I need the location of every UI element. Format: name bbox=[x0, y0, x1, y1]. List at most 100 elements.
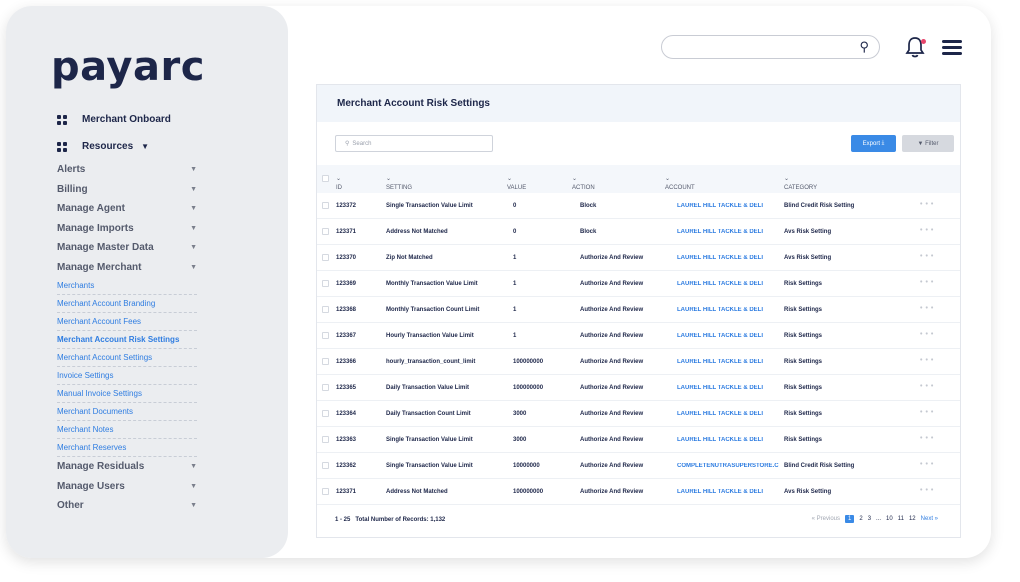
sidebar-item-manage-merchant[interactable]: Manage Merchant ▼ bbox=[57, 258, 197, 278]
cell-category: Risk Settings bbox=[784, 307, 823, 313]
sidebar-item-manage-master-data[interactable]: Manage Master Data ▼ bbox=[57, 238, 197, 258]
cell-account[interactable]: LAUREL HILL TACKLE & DELI bbox=[677, 385, 763, 391]
sidebar-item-manage-agent[interactable]: Manage Agent ▼ bbox=[57, 199, 197, 219]
sidebar-item-other[interactable]: Other ▼ bbox=[57, 496, 197, 516]
cell-account[interactable]: COMPLETENUTRASUPERSTORE.C bbox=[677, 463, 779, 469]
cell-account[interactable]: LAUREL HILL TACKLE & DELI bbox=[677, 437, 763, 443]
row-checkbox[interactable] bbox=[322, 306, 329, 313]
brand-logo[interactable]: payarc bbox=[51, 44, 205, 90]
page-button[interactable]: 12 bbox=[909, 516, 916, 522]
row-checkbox[interactable] bbox=[322, 280, 329, 287]
row-checkbox[interactable] bbox=[322, 488, 329, 495]
row-actions-icon[interactable]: ••• bbox=[920, 201, 936, 208]
cell-id: 123362 bbox=[336, 463, 357, 469]
sidebar-item-resources[interactable]: Resources ▼ bbox=[57, 141, 149, 152]
column-header-id[interactable]: ID ⌄ bbox=[336, 175, 342, 191]
row-checkbox[interactable] bbox=[322, 202, 329, 209]
submenu-item[interactable]: Merchant Notes bbox=[57, 421, 197, 439]
sidebar-item-label: Manage Residuals bbox=[57, 461, 145, 473]
row-checkbox[interactable] bbox=[322, 410, 329, 417]
table-row[interactable]: 123367 Hourly Transaction Value Limit 1 Aut… bbox=[317, 323, 960, 349]
row-actions-icon[interactable]: ••• bbox=[920, 227, 936, 234]
caret-down-icon: ▼ bbox=[141, 142, 150, 151]
table-body: 123372 Single Transaction Value Limit 0 Blo… bbox=[317, 193, 960, 505]
column-header-value[interactable]: VALUE ⌄ bbox=[507, 175, 526, 191]
table-row[interactable]: 123363 Single Transaction Value Limit 3000… bbox=[317, 427, 960, 453]
submenu-item[interactable]: Merchants bbox=[57, 277, 197, 295]
row-actions-icon[interactable]: ••• bbox=[920, 383, 936, 390]
table-row[interactable]: 123364 Daily Transaction Count Limit 3000 A… bbox=[317, 401, 960, 427]
table-row[interactable]: 123362 Single Transaction Value Limit 1000… bbox=[317, 453, 960, 479]
submenu-item[interactable]: Merchant Documents bbox=[57, 403, 197, 421]
cell-account[interactable]: LAUREL HILL TACKLE & DELI bbox=[677, 203, 763, 209]
cell-account[interactable]: LAUREL HILL TACKLE & DELI bbox=[677, 229, 763, 235]
submenu-item[interactable]: Merchant Reserves bbox=[57, 439, 197, 457]
row-checkbox[interactable] bbox=[322, 228, 329, 235]
sidebar-item-manage-users[interactable]: Manage Users ▼ bbox=[57, 477, 197, 497]
row-actions-icon[interactable]: ••• bbox=[920, 435, 936, 442]
page-button[interactable]: 11 bbox=[898, 516, 904, 522]
row-checkbox[interactable] bbox=[322, 436, 329, 443]
row-actions-icon[interactable]: ••• bbox=[920, 487, 936, 494]
table-row[interactable]: 123370 Zip Not Matched 1 Authorize And Revi… bbox=[317, 245, 960, 271]
sidebar-item-manage-imports[interactable]: Manage Imports ▼ bbox=[57, 219, 197, 239]
table-search-input[interactable]: ⚲ Search bbox=[335, 135, 493, 152]
cell-account[interactable]: LAUREL HILL TACKLE & DELI bbox=[677, 281, 763, 287]
row-actions-icon[interactable]: ••• bbox=[920, 409, 936, 416]
table-row[interactable]: 123366 hourly_transaction_count_limit 1000… bbox=[317, 349, 960, 375]
table-row[interactable]: 123368 Monthly Transaction Count Limit 1 Au… bbox=[317, 297, 960, 323]
submenu-item[interactable]: Manual Invoice Settings bbox=[57, 385, 197, 403]
cell-account[interactable]: LAUREL HILL TACKLE & DELI bbox=[677, 411, 763, 417]
table-row[interactable]: 123372 Single Transaction Value Limit 0 Blo… bbox=[317, 193, 960, 219]
table-row[interactable]: 123369 Monthly Transaction Value Limit 1 Au… bbox=[317, 271, 960, 297]
filter-button[interactable]: ▼ Filter bbox=[902, 135, 954, 152]
submenu-item[interactable]: Merchant Account Branding bbox=[57, 295, 197, 313]
sidebar-item-merchant-onboard[interactable]: Merchant Onboard bbox=[57, 114, 171, 125]
cell-category: Risk Settings bbox=[784, 359, 823, 365]
page-button[interactable]: 1 bbox=[845, 515, 855, 523]
select-all-checkbox[interactable] bbox=[322, 175, 329, 182]
row-actions-icon[interactable]: ••• bbox=[920, 331, 936, 338]
cell-value: 1 bbox=[513, 333, 517, 339]
sidebar-item-alerts[interactable]: Alerts ▼ bbox=[57, 160, 197, 180]
cell-account[interactable]: LAUREL HILL TACKLE & DELI bbox=[677, 359, 763, 365]
row-actions-icon[interactable]: ••• bbox=[920, 279, 936, 286]
sidebar-item-manage-residuals[interactable]: Manage Residuals ▼ bbox=[57, 457, 197, 477]
row-actions-icon[interactable]: ••• bbox=[920, 305, 936, 312]
table-row[interactable]: 123371 Address Not Matched 100000000 Author… bbox=[317, 479, 960, 505]
page-button[interactable]: 2 bbox=[859, 516, 862, 522]
next-page-button[interactable]: Next » bbox=[921, 516, 938, 522]
row-checkbox[interactable] bbox=[322, 254, 329, 261]
cell-account[interactable]: LAUREL HILL TACKLE & DELI bbox=[677, 333, 763, 339]
submenu-item[interactable]: Invoice Settings bbox=[57, 367, 197, 385]
cell-account[interactable]: LAUREL HILL TACKLE & DELI bbox=[677, 255, 763, 261]
hamburger-menu-icon[interactable] bbox=[942, 40, 962, 58]
row-checkbox[interactable] bbox=[322, 384, 329, 391]
row-actions-icon[interactable]: ••• bbox=[920, 357, 936, 364]
row-checkbox[interactable] bbox=[322, 332, 329, 339]
page-button[interactable]: 3 bbox=[868, 516, 871, 522]
cell-setting: Daily Transaction Count Limit bbox=[386, 411, 471, 417]
global-search-input[interactable]: ⚲ bbox=[661, 35, 880, 59]
cell-account[interactable]: LAUREL HILL TACKLE & DELI bbox=[677, 307, 763, 313]
column-header-category[interactable]: CATEGORY ⌄ bbox=[784, 175, 817, 191]
column-header-setting[interactable]: SETTING ⌄ bbox=[386, 175, 412, 191]
export-button[interactable]: Export ⤓ bbox=[851, 135, 896, 152]
column-header-account[interactable]: ACCOUNT ⌄ bbox=[665, 175, 695, 191]
previous-page-button[interactable]: « Previous bbox=[812, 516, 840, 522]
table-row[interactable]: 123371 Address Not Matched 0 Block LAUREL HI… bbox=[317, 219, 960, 245]
row-checkbox[interactable] bbox=[322, 462, 329, 469]
search-icon[interactable]: ⚲ bbox=[859, 39, 869, 55]
submenu-item[interactable]: Merchant Account Fees bbox=[57, 313, 197, 331]
table-row[interactable]: 123365 Daily Transaction Value Limit 10000… bbox=[317, 375, 960, 401]
row-actions-icon[interactable]: ••• bbox=[920, 461, 936, 468]
cell-account[interactable]: LAUREL HILL TACKLE & DELI bbox=[677, 489, 763, 495]
chevron-down-icon: ▼ bbox=[190, 185, 197, 193]
submenu-item[interactable]: Merchant Account Settings bbox=[57, 349, 197, 367]
page-button[interactable]: 10 bbox=[886, 516, 893, 522]
sidebar-item-billing[interactable]: Billing ▼ bbox=[57, 180, 197, 200]
row-actions-icon[interactable]: ••• bbox=[920, 253, 936, 260]
submenu-item[interactable]: Merchant Account Risk Settings bbox=[57, 331, 197, 349]
row-checkbox[interactable] bbox=[322, 358, 329, 365]
column-header-action[interactable]: ACTION ⌄ bbox=[572, 175, 595, 191]
